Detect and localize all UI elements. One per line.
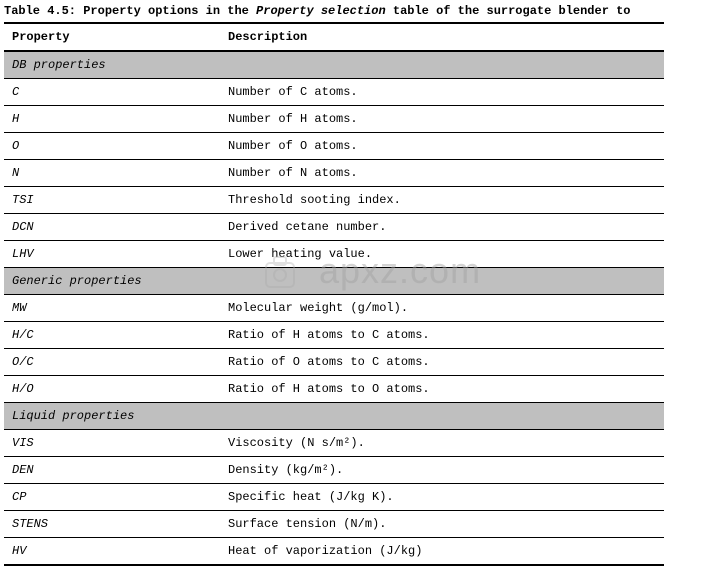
property-cell: DEN (4, 457, 220, 484)
table-row: TSIThreshold sooting index. (4, 187, 664, 214)
table-row: NNumber of N atoms. (4, 160, 664, 187)
description-cell: Threshold sooting index. (220, 187, 664, 214)
table-row: DENDensity (kg/m²). (4, 457, 664, 484)
property-cell: VIS (4, 430, 220, 457)
section-header: Liquid properties (4, 403, 664, 430)
table-row: ONumber of O atoms. (4, 133, 664, 160)
section-title: Generic properties (4, 268, 664, 295)
property-cell: N (4, 160, 220, 187)
property-cell: C (4, 79, 220, 106)
description-cell: Specific heat (J/kg K). (220, 484, 664, 511)
table-row: LHVLower heating value. (4, 241, 664, 268)
section-title: Liquid properties (4, 403, 664, 430)
header-property: Property (4, 23, 220, 51)
description-cell: Ratio of H atoms to C atoms. (220, 322, 664, 349)
description-cell: Ratio of O atoms to C atoms. (220, 349, 664, 376)
description-cell: Viscosity (N s/m²). (220, 430, 664, 457)
table-row: MWMolecular weight (g/mol). (4, 295, 664, 322)
description-cell: Molecular weight (g/mol). (220, 295, 664, 322)
table-row: H/CRatio of H atoms to C atoms. (4, 322, 664, 349)
property-cell: LHV (4, 241, 220, 268)
property-cell: H/O (4, 376, 220, 403)
section-header: DB properties (4, 51, 664, 79)
description-cell: Number of H atoms. (220, 106, 664, 133)
description-cell: Heat of vaporization (J/kg) (220, 538, 664, 566)
description-cell: Number of C atoms. (220, 79, 664, 106)
description-cell: Derived cetane number. (220, 214, 664, 241)
caption-suffix: table of the surrogate blender to (386, 4, 631, 18)
table-row: CNumber of C atoms. (4, 79, 664, 106)
table-row: STENSSurface tension (N/m). (4, 511, 664, 538)
section-title: DB properties (4, 51, 664, 79)
caption-prefix: Table 4.5: Property options in the (4, 4, 256, 18)
property-cell: CP (4, 484, 220, 511)
property-cell: DCN (4, 214, 220, 241)
description-cell: Lower heating value. (220, 241, 664, 268)
header-description: Description (220, 23, 664, 51)
description-cell: Number of N atoms. (220, 160, 664, 187)
property-cell: TSI (4, 187, 220, 214)
table-row: HNumber of H atoms. (4, 106, 664, 133)
description-cell: Density (kg/m²). (220, 457, 664, 484)
property-cell: O (4, 133, 220, 160)
table-caption: Table 4.5: Property options in the Prope… (4, 4, 704, 18)
property-cell: HV (4, 538, 220, 566)
table-row: H/ORatio of H atoms to O atoms. (4, 376, 664, 403)
table-row: CPSpecific heat (J/kg K). (4, 484, 664, 511)
caption-em: Property selection (256, 4, 386, 18)
section-header: Generic properties (4, 268, 664, 295)
property-table: Property Description DB propertiesCNumbe… (4, 22, 664, 566)
property-cell: H (4, 106, 220, 133)
description-cell: Number of O atoms. (220, 133, 664, 160)
property-cell: O/C (4, 349, 220, 376)
property-cell: H/C (4, 322, 220, 349)
table-row: O/CRatio of O atoms to C atoms. (4, 349, 664, 376)
table-row: DCNDerived cetane number. (4, 214, 664, 241)
table-row: VISViscosity (N s/m²). (4, 430, 664, 457)
table-row: HVHeat of vaporization (J/kg) (4, 538, 664, 566)
property-cell: MW (4, 295, 220, 322)
description-cell: Ratio of H atoms to O atoms. (220, 376, 664, 403)
description-cell: Surface tension (N/m). (220, 511, 664, 538)
property-cell: STENS (4, 511, 220, 538)
